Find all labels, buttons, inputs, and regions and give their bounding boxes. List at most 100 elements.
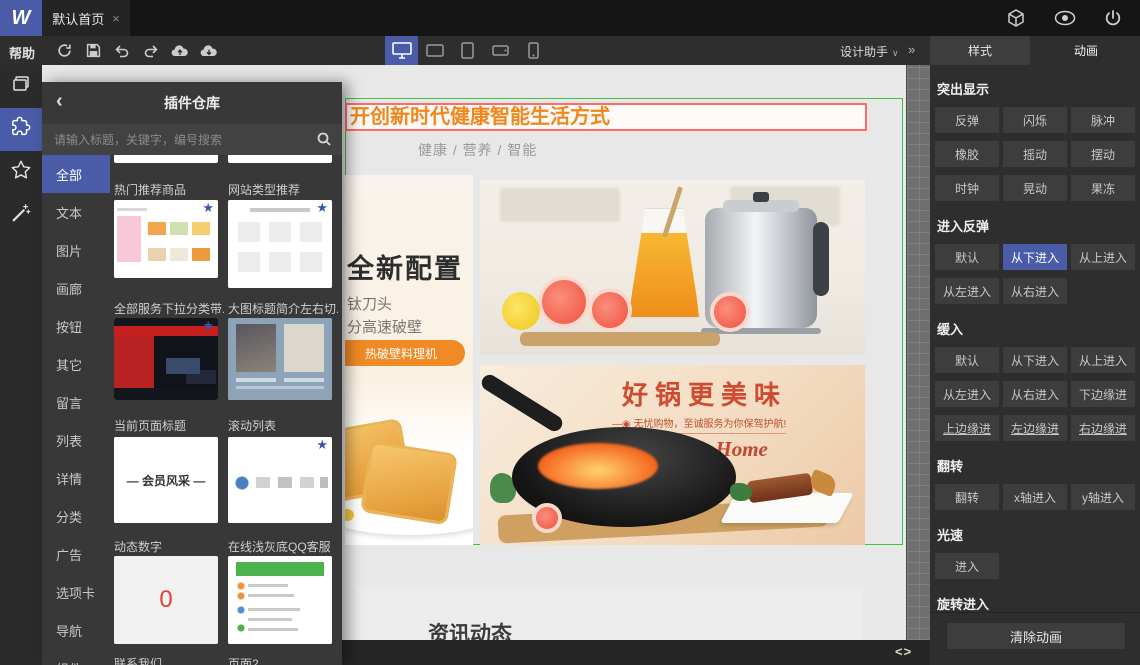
save-icon[interactable] bbox=[84, 42, 102, 60]
anim-button[interactable]: 默认 bbox=[935, 347, 999, 373]
close-tab-icon[interactable]: × bbox=[112, 11, 120, 26]
category-item[interactable]: 详情 bbox=[42, 459, 110, 497]
power-icon[interactable] bbox=[1104, 9, 1122, 27]
plugin-search-input[interactable] bbox=[42, 124, 342, 155]
code-view-icon[interactable]: <> bbox=[895, 644, 912, 659]
star-icon[interactable]: ★ bbox=[316, 200, 328, 216]
category-item[interactable]: 留言 bbox=[42, 383, 110, 421]
anim-button[interactable]: 从下进入 bbox=[1003, 347, 1067, 373]
banner-button[interactable]: 热破壁料理机 bbox=[345, 340, 465, 366]
tab-animation[interactable]: 动画 bbox=[1032, 36, 1140, 65]
banner-line1: 钛刀头 bbox=[347, 296, 393, 313]
plugin-item-card[interactable]: ★ bbox=[228, 200, 332, 288]
anim-button[interactable]: 左边缘进 bbox=[1003, 415, 1067, 441]
collapse-panel-button[interactable]: » bbox=[908, 42, 915, 57]
cloud-download-icon[interactable] bbox=[200, 42, 218, 60]
anim-button[interactable]: 进入 bbox=[935, 553, 999, 579]
product-banner[interactable]: 全新配置 钛刀头 分高速破壁 热破壁料理机 bbox=[345, 175, 473, 545]
help-button[interactable]: 帮助 bbox=[9, 43, 35, 62]
redo-icon[interactable] bbox=[142, 42, 160, 60]
news-section-heading[interactable]: 资讯动态 bbox=[428, 618, 512, 640]
anim-button[interactable]: 翻转 bbox=[935, 484, 999, 510]
refresh-icon[interactable] bbox=[55, 42, 73, 60]
plugin-item-card[interactable] bbox=[228, 556, 332, 644]
category-item[interactable]: 按钮 bbox=[42, 307, 110, 345]
plugin-item-label: 滚动列表 bbox=[228, 419, 277, 433]
clear-animation-button[interactable]: 清除动画 bbox=[947, 623, 1125, 649]
category-item[interactable]: 组件 bbox=[42, 649, 110, 665]
category-item[interactable]: 其它 bbox=[42, 345, 110, 383]
page-tab[interactable]: 默认首页 × bbox=[42, 0, 130, 36]
anim-button[interactable]: 从上进入 bbox=[1071, 244, 1135, 270]
device-phone-portrait-button[interactable] bbox=[517, 36, 550, 65]
anim-button[interactable]: y轴进入 bbox=[1071, 484, 1135, 510]
category-item[interactable]: 选项卡 bbox=[42, 573, 110, 611]
plugin-item-card[interactable]: ★ bbox=[228, 437, 332, 523]
plugin-item-card[interactable] bbox=[114, 155, 218, 163]
device-tablet-portrait-button[interactable] bbox=[451, 36, 484, 65]
banner-title: 全新配置 bbox=[347, 254, 463, 284]
anim-button[interactable]: 从右进入 bbox=[1003, 278, 1067, 304]
canvas-subtitle[interactable]: 健康 / 营养 / 智能 bbox=[418, 140, 537, 160]
category-item[interactable]: 全部 bbox=[42, 155, 110, 193]
category-item[interactable]: 列表 bbox=[42, 421, 110, 459]
anim-button[interactable]: 脉冲 bbox=[1071, 107, 1135, 133]
canvas-heading-selected[interactable]: 开创新时代健康智能生活方式 bbox=[345, 103, 867, 131]
plugin-item-card[interactable] bbox=[228, 318, 332, 400]
anim-button[interactable]: 闪烁 bbox=[1003, 107, 1067, 133]
anim-button[interactable]: 从上进入 bbox=[1071, 347, 1135, 373]
cloud-upload-icon[interactable] bbox=[171, 42, 189, 60]
device-desktop-button[interactable] bbox=[385, 36, 418, 65]
back-chevron-icon[interactable]: ‹ bbox=[56, 90, 63, 113]
anim-button[interactable]: 从左进入 bbox=[935, 278, 999, 304]
anim-button[interactable]: 反弹 bbox=[935, 107, 999, 133]
anim-button[interactable]: 橡胶 bbox=[935, 141, 999, 167]
sidebar-item-magic-wand[interactable] bbox=[0, 194, 42, 237]
art bbox=[730, 483, 752, 501]
undo-icon[interactable] bbox=[113, 42, 131, 60]
device-tablet-landscape-button[interactable] bbox=[418, 36, 451, 65]
category-item[interactable]: 图片 bbox=[42, 231, 110, 269]
tab-style[interactable]: 样式 bbox=[930, 36, 1030, 65]
category-item[interactable]: 画廊 bbox=[42, 269, 110, 307]
star-icon[interactable]: ★ bbox=[202, 318, 214, 334]
sidebar-item-favorites[interactable] bbox=[0, 151, 42, 194]
star-icon[interactable]: ★ bbox=[202, 200, 214, 216]
category-item[interactable]: 分类 bbox=[42, 497, 110, 535]
preview-eye-icon[interactable] bbox=[1054, 10, 1076, 26]
app-logo[interactable]: W bbox=[0, 0, 42, 36]
category-item[interactable]: 文本 bbox=[42, 193, 110, 231]
sidebar-item-pages[interactable] bbox=[0, 65, 42, 108]
anim-button[interactable]: 从左进入 bbox=[935, 381, 999, 407]
anim-button[interactable]: 果冻 bbox=[1071, 175, 1135, 201]
anim-button[interactable]: 从右进入 bbox=[1003, 381, 1067, 407]
plugin-item-card[interactable] bbox=[228, 155, 332, 163]
category-item[interactable]: 导航 bbox=[42, 611, 110, 649]
art bbox=[813, 222, 829, 296]
plugin-item-card[interactable]: — 会员风采 — bbox=[114, 437, 218, 523]
category-item[interactable]: 广告 bbox=[42, 535, 110, 573]
anim-button[interactable]: x轴进入 bbox=[1003, 484, 1067, 510]
device-phone-landscape-button[interactable] bbox=[484, 36, 517, 65]
search-icon[interactable] bbox=[316, 131, 332, 152]
plugin-item-card[interactable]: ★ bbox=[114, 318, 218, 400]
anim-button[interactable]: 下边缘进 bbox=[1071, 381, 1135, 407]
canvas-scrollbar[interactable] bbox=[906, 65, 930, 640]
anim-button[interactable]: 时钟 bbox=[935, 175, 999, 201]
plugin-item-card[interactable]: ★ bbox=[114, 200, 218, 278]
anim-button[interactable]: 摆动 bbox=[1071, 141, 1135, 167]
anim-button-selected[interactable]: 从下进入 bbox=[1003, 244, 1067, 270]
anim-button[interactable]: 上边缘进 bbox=[935, 415, 999, 441]
sidebar-item-plugins[interactable] bbox=[0, 108, 42, 151]
star-icon[interactable]: ★ bbox=[316, 437, 328, 453]
kettle-image[interactable] bbox=[480, 180, 865, 355]
wok-banner-image[interactable]: 好锅更美味 无忧购物，至诚服务为你保驾护航! Warm Home bbox=[480, 365, 865, 545]
preview-cube-icon[interactable] bbox=[1006, 8, 1026, 28]
design-assistant-dropdown[interactable]: 设计助手 ∨ bbox=[840, 43, 899, 60]
anim-button[interactable]: 右边缘进 bbox=[1071, 415, 1135, 441]
anim-button[interactable]: 默认 bbox=[935, 244, 999, 270]
wok-title: 好锅更美味 bbox=[622, 380, 788, 410]
plugin-item-card[interactable]: 0 bbox=[114, 556, 218, 644]
anim-button[interactable]: 摇动 bbox=[1003, 141, 1067, 167]
anim-button[interactable]: 晃动 bbox=[1003, 175, 1067, 201]
